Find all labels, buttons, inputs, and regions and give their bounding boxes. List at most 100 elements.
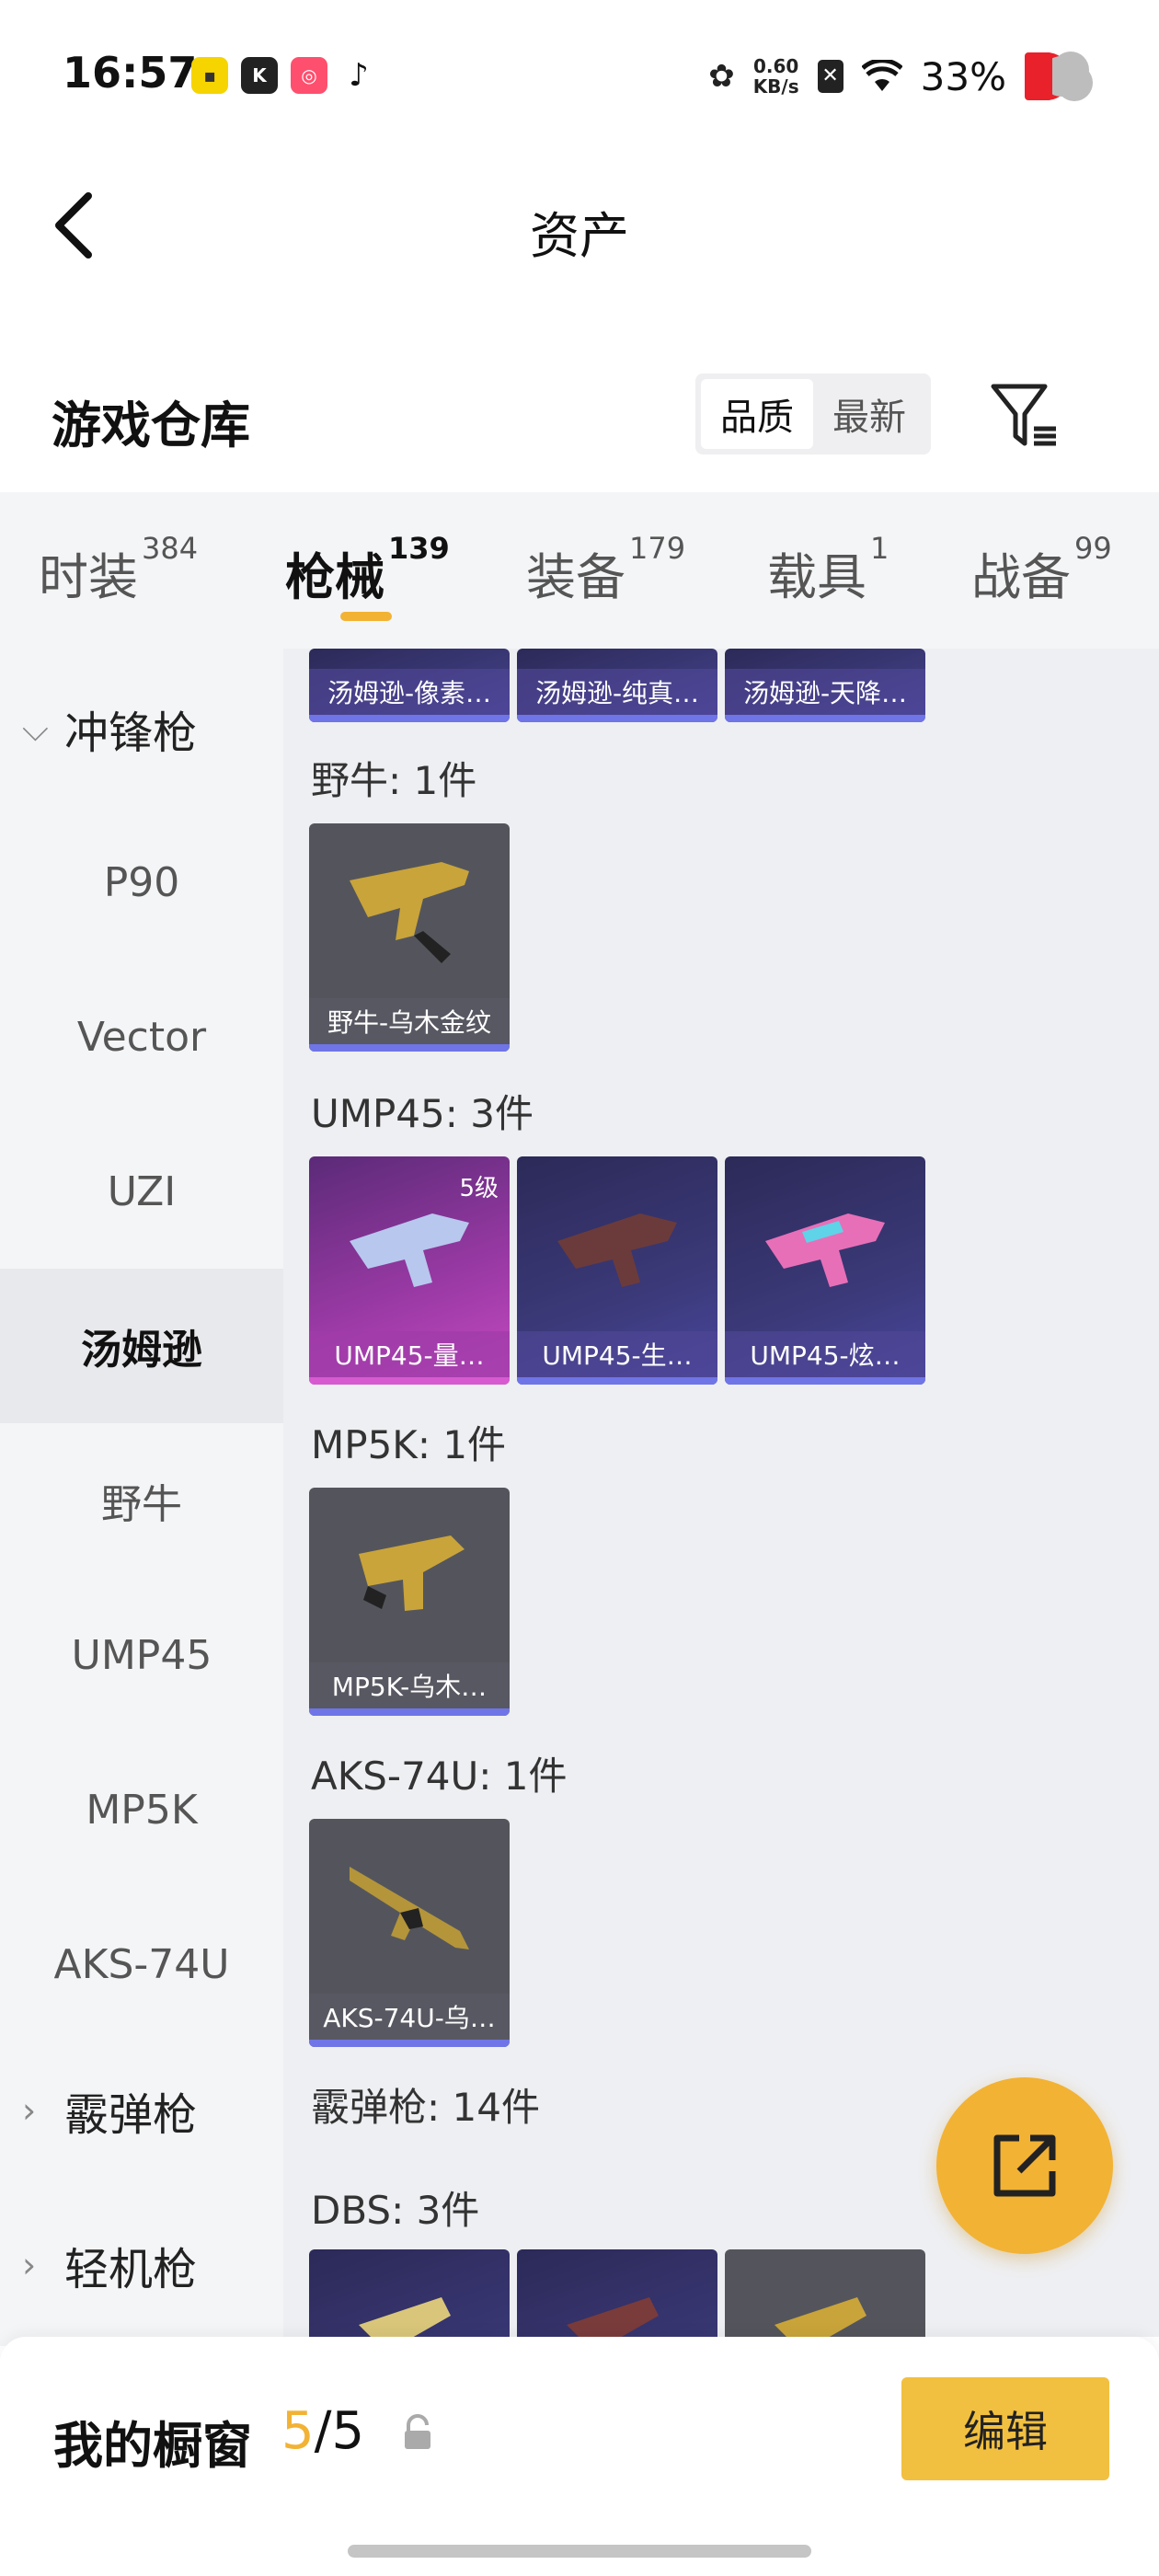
- net-speed-unit: KB/s: [752, 75, 799, 98]
- weapon-card-label: UMP45-生…: [517, 1331, 717, 1377]
- weapon-card-label: UMP45-量…: [309, 1331, 510, 1377]
- page-header: 资产: [0, 147, 1159, 304]
- section-title: DBS: 3件: [311, 2188, 480, 2233]
- smg-icon: [350, 1213, 469, 1287]
- sidebar-group-label: 霰弹枪: [64, 2089, 198, 2141]
- weapon-sidebar: ⌵ 冲锋枪 P90 Vector UZI 汤姆逊 野牛 UMP45 MP5K A…: [0, 649, 283, 2346]
- sort-quality-option[interactable]: 品质: [701, 379, 813, 449]
- showcase-count-total: /5: [314, 2401, 365, 2461]
- section-title: AKS-74U: 1件: [311, 1754, 568, 1799]
- chevron-down-icon: ⌵: [22, 707, 49, 749]
- sort-newest-option[interactable]: 最新: [813, 379, 925, 449]
- smg-icon: [350, 862, 469, 963]
- weapon-card-label: AKS-74U-乌…: [309, 1994, 510, 2040]
- section-title: UMP45: 3件: [311, 1091, 534, 1136]
- tab-count: 99: [1074, 531, 1112, 566]
- sidebar-item-vector[interactable]: Vector: [0, 960, 283, 1114]
- tab-supplies[interactable]: 战备 99: [971, 531, 1112, 609]
- weapon-card[interactable]: [309, 2249, 510, 2337]
- sim-off-icon: ✕: [817, 60, 843, 93]
- sidebar-item-thompson[interactable]: 汤姆逊: [0, 1269, 283, 1423]
- tab-label: 装备: [526, 548, 625, 606]
- weapon-card[interactable]: 汤姆逊-纯真…: [517, 649, 717, 722]
- tab-label: 战备: [971, 548, 1071, 606]
- page-title: 资产: [530, 207, 629, 265]
- weapon-card[interactable]: MP5K-乌木…: [309, 1488, 510, 1716]
- sidebar-item-mp5k[interactable]: MP5K: [0, 1732, 283, 1887]
- app-icon-yellow: ▪: [191, 57, 228, 94]
- weapon-card[interactable]: UMP45-炫…: [725, 1156, 925, 1385]
- rarity-bar: [725, 715, 925, 722]
- sidebar-item-ump45[interactable]: UMP45: [0, 1578, 283, 1732]
- sidebar-item-p90[interactable]: P90: [0, 805, 283, 960]
- tab-count: 384: [142, 531, 199, 566]
- shotgun-icon: [359, 2297, 451, 2337]
- rarity-bar: [309, 1044, 510, 1052]
- tab-vehicles[interactable]: 载具 1: [767, 531, 889, 609]
- smg-icon: [557, 1213, 677, 1287]
- weapon-card[interactable]: [517, 2249, 717, 2337]
- warehouse-title: 游戏仓库: [52, 397, 250, 454]
- section-title: 霰弹枪: 14件: [311, 2085, 540, 2130]
- wifi-icon: [861, 60, 902, 91]
- shotgun-icon: [567, 2297, 659, 2337]
- showcase-count-current: 5: [281, 2401, 315, 2461]
- sort-toggle: 品质 最新: [695, 374, 931, 454]
- weapon-card[interactable]: 汤姆逊-像素…: [309, 649, 510, 722]
- rarity-bar: [517, 1377, 717, 1385]
- status-right: ✿ 0.60 KB/s ✕ 33%: [708, 50, 1096, 103]
- smg-icon: [765, 1213, 885, 1287]
- showcase-count: 5/5: [281, 2401, 364, 2461]
- share-fab-button[interactable]: [936, 2077, 1113, 2254]
- rarity-bar: [309, 1708, 510, 1716]
- status-app-icons: ▪ K ◎ ♪: [191, 57, 377, 94]
- section-title: 野牛: 1件: [311, 758, 477, 803]
- showcase-title: 我的橱窗: [53, 2417, 252, 2475]
- rarity-bar: [517, 715, 717, 722]
- sidebar-item-bizon[interactable]: 野牛: [0, 1423, 283, 1578]
- edit-button[interactable]: 编辑: [901, 2377, 1109, 2480]
- status-bar: 16:57 ▪ K ◎ ♪ ✿ 0.60 KB/s ✕ 33%: [0, 0, 1159, 147]
- tab-count: 139: [388, 531, 450, 566]
- sidebar-group-shotgun[interactable]: › 霰弹枪: [22, 2078, 197, 2143]
- tab-count: 179: [629, 531, 686, 566]
- tab-firearms[interactable]: 枪械 139: [285, 531, 450, 609]
- net-speed: 0.60 KB/s: [753, 56, 799, 97]
- weapon-card-label: 汤姆逊-像素…: [309, 669, 510, 715]
- showcase-bar: 我的橱窗 5/5 编辑: [0, 2337, 1159, 2576]
- weapon-card-label: 汤姆逊-纯真…: [517, 669, 717, 715]
- section-title: MP5K: 1件: [311, 1422, 507, 1467]
- tab-active-indicator: [340, 612, 392, 621]
- sidebar-group-smg[interactable]: ⌵ 冲锋枪: [22, 696, 197, 761]
- weapon-card[interactable]: UMP45-生…: [517, 1156, 717, 1385]
- filter-icon[interactable]: [990, 381, 1060, 451]
- battery-text: 33%: [920, 53, 1006, 99]
- tab-label: 时装: [39, 548, 138, 606]
- sidebar-group-label: 冲锋枪: [64, 707, 198, 759]
- weapon-card[interactable]: 5级 UMP45-量…: [309, 1156, 510, 1385]
- rarity-bar: [725, 1377, 925, 1385]
- chevron-right-icon: ›: [22, 2245, 37, 2285]
- shotgun-icon: [775, 2297, 866, 2337]
- tab-label: 载具: [767, 548, 866, 606]
- weapon-card[interactable]: 汤姆逊-天降…: [725, 649, 925, 722]
- sidebar-item-aks74u[interactable]: AKS-74U: [0, 1887, 283, 2041]
- status-time: 16:57: [63, 48, 198, 98]
- share-external-icon: [993, 2134, 1056, 2197]
- tab-equipment[interactable]: 装备 179: [526, 531, 685, 609]
- weapon-card-label: 汤姆逊-天降…: [725, 669, 925, 715]
- weapon-card[interactable]: [725, 2249, 925, 2337]
- lock-icon: [405, 2414, 430, 2449]
- weapon-card-label: 野牛-乌木金纹: [309, 998, 510, 1044]
- rarity-bar: [309, 2040, 510, 2047]
- chevron-right-icon: ›: [22, 2090, 37, 2131]
- weapon-card[interactable]: AKS-74U-乌…: [309, 1819, 510, 2047]
- sidebar-item-uzi[interactable]: UZI: [0, 1114, 283, 1269]
- kuaishou-icon: ◎: [291, 57, 327, 94]
- weapon-card-label: MP5K-乌木…: [309, 1662, 510, 1708]
- tab-count: 1: [870, 531, 889, 566]
- sidebar-group-lmg[interactable]: › 轻机枪: [22, 2233, 197, 2297]
- weapon-card[interactable]: 野牛-乌木金纹: [309, 823, 510, 1052]
- weapon-card-label: UMP45-炫…: [725, 1331, 925, 1377]
- tab-fashion[interactable]: 时装 384: [39, 531, 198, 609]
